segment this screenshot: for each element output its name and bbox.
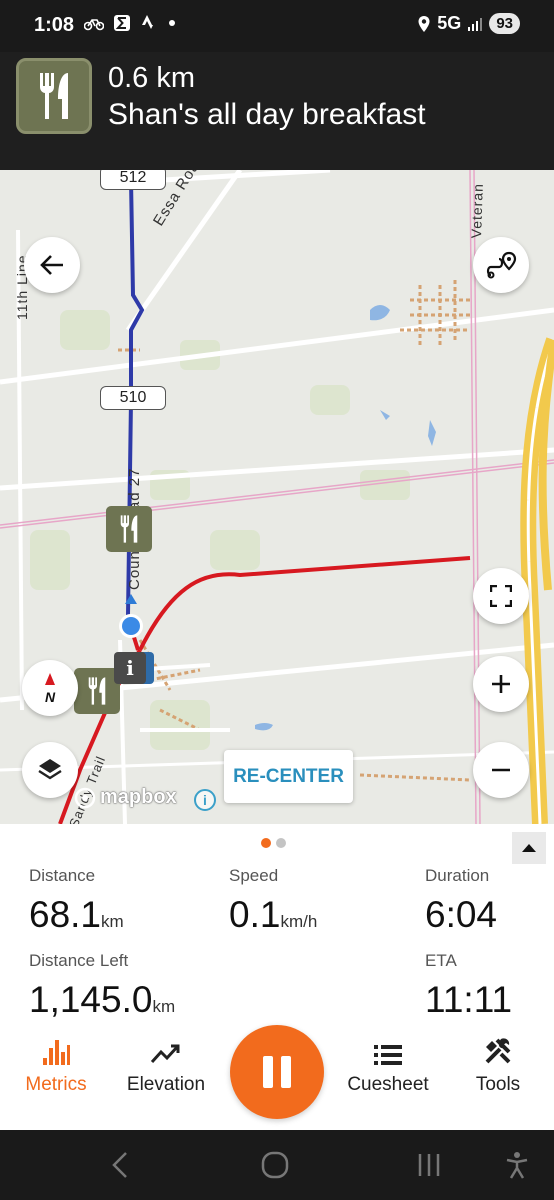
home-circle-icon — [261, 1151, 289, 1179]
zoom-out-button[interactable] — [473, 742, 529, 798]
distance-left-number: 1,145.0 — [29, 979, 153, 1020]
recenter-button[interactable]: RE-CENTER — [224, 750, 353, 803]
minus-icon — [492, 768, 510, 772]
recents-icon — [418, 1154, 440, 1176]
compass-button[interactable]: N — [22, 660, 78, 716]
system-back-button[interactable] — [108, 1150, 132, 1185]
mapbox-text: mapbox — [100, 786, 177, 808]
network-type: 5G — [437, 13, 462, 33]
tab-elevation[interactable]: Elevation — [116, 1032, 216, 1096]
mapbox-attribution[interactable]: mapbox — [74, 786, 177, 809]
caret-up-icon — [522, 844, 536, 852]
tab-tools-label: Tools — [475, 1074, 521, 1095]
status-time: 1:08 — [34, 14, 75, 36]
tab-metrics-label: Metrics — [25, 1074, 87, 1095]
notification-icons — [84, 14, 175, 32]
navigation-header: 0.6 km Shan's all day breakfast — [0, 52, 554, 170]
route-shield-510: 510 — [100, 386, 166, 410]
route-pin-icon — [486, 251, 517, 279]
trend-line-icon — [116, 1032, 216, 1066]
speed-unit: km/h — [280, 912, 318, 931]
layers-icon — [38, 759, 62, 780]
restaurant-marker-north[interactable] — [106, 506, 152, 552]
accessibility-icon — [506, 1152, 528, 1179]
list-icon — [338, 1032, 438, 1066]
status-bar: 1:08 5G 93 — [0, 0, 554, 52]
route-shield-512: 512 — [100, 170, 166, 190]
page-dot-inactive — [276, 838, 286, 848]
status-right: 5G 93 — [417, 13, 520, 34]
speed-number: 0.1 — [229, 894, 281, 935]
collapse-panel-button[interactable] — [512, 832, 546, 864]
pause-button[interactable] — [230, 1025, 324, 1119]
signal-icon — [468, 17, 483, 31]
distance-unit: km — [101, 912, 124, 931]
tab-metrics[interactable]: Metrics — [6, 1032, 106, 1096]
pause-icon — [263, 1056, 291, 1088]
back-button[interactable] — [24, 237, 80, 293]
distance-left-unit: km — [152, 997, 176, 1016]
poi-name: Shan's all day breakfast — [108, 98, 426, 131]
speed-label: Speed — [229, 866, 279, 885]
attribution-info-icon[interactable]: i — [194, 789, 216, 811]
arrow-left-icon — [40, 255, 63, 275]
battery-level: 93 — [489, 13, 520, 34]
compass-icon: N — [45, 673, 56, 705]
accessibility-button[interactable] — [504, 1150, 530, 1185]
map-canvas — [0, 170, 554, 824]
bar-chart-icon — [6, 1032, 106, 1066]
system-home-button[interactable] — [260, 1150, 290, 1185]
eta-value: 11:11 — [425, 979, 513, 1020]
layers-button[interactable] — [22, 742, 78, 798]
poi-distance: 0.6 km — [108, 62, 196, 94]
tab-elevation-label: Elevation — [126, 1074, 206, 1095]
fullscreen-icon — [490, 585, 512, 607]
distance-left-value: 1,145.0km — [29, 979, 175, 1021]
sigma-app-icon — [114, 15, 130, 31]
tools-icon — [448, 1032, 548, 1066]
info-icon: i — [114, 652, 146, 684]
more-notifications-dot — [169, 20, 175, 26]
distance-left-label: Distance Left — [29, 951, 129, 970]
location-icon — [418, 15, 430, 32]
duration-label: Duration — [425, 866, 490, 885]
tab-cuesheet-label: Cuesheet — [347, 1074, 429, 1095]
fork-knife-icon — [16, 58, 92, 134]
map-view[interactable]: Essa Road County Road 27 11th Line Veter… — [0, 170, 554, 824]
fullscreen-button[interactable] — [473, 568, 529, 624]
zoom-in-button[interactable] — [473, 656, 529, 712]
page-dot-active — [261, 838, 271, 848]
info-marker[interactable]: i — [114, 652, 154, 684]
eta-label: ETA — [425, 951, 457, 970]
distance-value: 68.1km — [29, 894, 124, 936]
plus-icon — [492, 675, 510, 693]
svg-text:N: N — [45, 689, 56, 705]
tab-cuesheet[interactable]: Cuesheet — [338, 1032, 438, 1096]
system-recents-button[interactable] — [416, 1150, 442, 1185]
road-label-veteran: Veteran — [468, 182, 486, 239]
distance-label: Distance — [29, 866, 96, 885]
strava-icon — [142, 15, 153, 29]
distance-number: 68.1 — [29, 894, 102, 935]
route-options-button[interactable] — [473, 237, 529, 293]
duration-value: 6:04 — [425, 894, 498, 935]
speed-value: 0.1km/h — [229, 894, 317, 936]
user-location-icon — [119, 594, 143, 638]
cycling-icon — [84, 19, 104, 31]
system-navigation-bar — [0, 1130, 554, 1200]
chevron-left-icon — [112, 1152, 127, 1178]
mapbox-logo-icon — [74, 787, 96, 808]
tab-tools[interactable]: Tools — [448, 1032, 548, 1096]
page-indicator — [261, 838, 286, 848]
